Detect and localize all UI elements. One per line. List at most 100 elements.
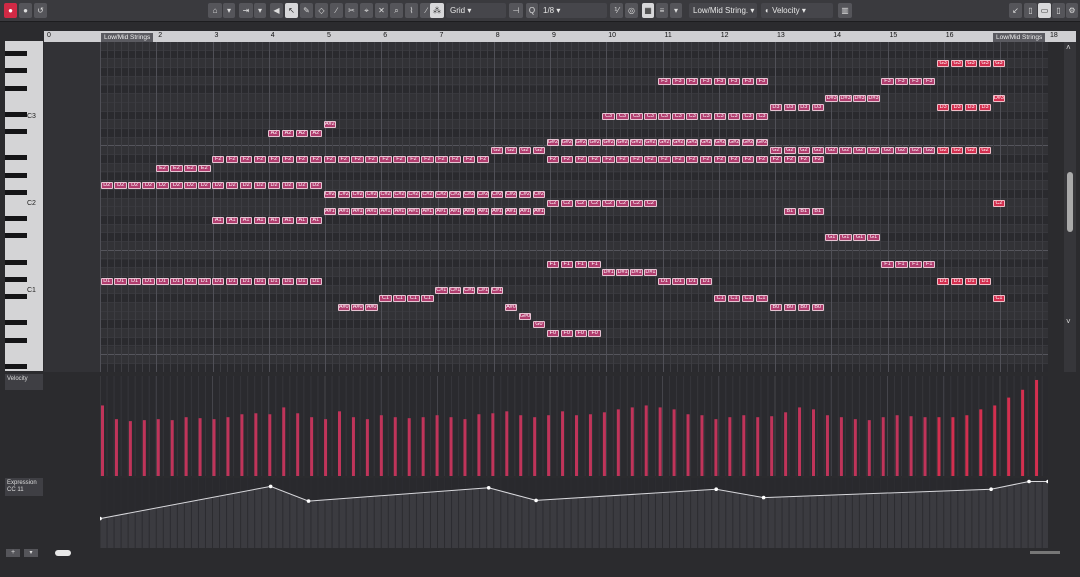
midi-note[interactable]: C2 (602, 199, 615, 207)
midi-note[interactable]: D#1 (602, 269, 615, 277)
velocity-bar[interactable] (324, 419, 328, 476)
midi-note[interactable]: C2 (630, 199, 643, 207)
midi-note[interactable]: C#2 (449, 190, 462, 198)
velocity-bar[interactable] (784, 412, 788, 476)
velocity-bar[interactable] (254, 413, 258, 476)
midi-note[interactable]: B0 (811, 304, 824, 311)
expression-point[interactable] (534, 498, 538, 503)
loop-icon[interactable]: ↺ (34, 3, 47, 18)
midi-note[interactable]: D2 (142, 182, 155, 190)
midi-note[interactable]: C#2 (365, 190, 378, 198)
midi-note[interactable]: F2 (225, 156, 239, 164)
midi-note[interactable]: F0 (574, 330, 587, 338)
velocity-bar[interactable] (993, 405, 997, 476)
midi-note[interactable]: C#1 (476, 286, 490, 294)
midi-note[interactable]: F2 (253, 156, 267, 164)
velocity-bar[interactable] (142, 420, 146, 476)
midi-note[interactable]: F3 (672, 77, 685, 85)
velocity-bar[interactable] (895, 415, 899, 476)
midi-note[interactable]: F0 (588, 330, 601, 338)
midi-note[interactable]: A#1 (449, 208, 462, 216)
midi-note[interactable]: A1 (212, 217, 225, 224)
midi-note[interactable]: A#1 (337, 208, 350, 216)
midi-note[interactable]: C#2 (407, 190, 420, 198)
velocity-bar[interactable] (812, 409, 815, 476)
midi-note[interactable]: C2 (560, 199, 573, 207)
velocity-bar[interactable] (421, 417, 425, 476)
monitor-icon[interactable]: ● (19, 3, 32, 18)
midi-note[interactable]: G#2 (644, 138, 657, 146)
midi-note[interactable]: D3 (783, 103, 797, 111)
velocity-bar[interactable] (198, 418, 202, 476)
midi-note[interactable]: C#2 (379, 190, 392, 198)
midi-note[interactable]: G1 (867, 234, 880, 242)
midi-note[interactable]: D2 (170, 182, 183, 190)
midi-note[interactable]: A#1 (504, 208, 518, 216)
expression-point[interactable] (1027, 479, 1031, 484)
velocity-bar[interactable] (533, 417, 537, 476)
midi-note[interactable]: D1 (686, 277, 699, 285)
midi-note[interactable]: C1 (727, 295, 741, 303)
velocity-bar[interactable] (909, 416, 913, 476)
midi-note[interactable]: G2 (797, 147, 810, 155)
midi-note[interactable]: F2 (811, 156, 824, 164)
midi-note[interactable]: D2 (239, 182, 253, 190)
midi-note[interactable]: A#2 (323, 121, 336, 129)
midi-note[interactable]: F3 (713, 77, 727, 85)
midi-note[interactable]: C2 (588, 199, 601, 207)
trim-tool-icon[interactable]: ∕ (330, 3, 343, 18)
midi-note[interactable]: B0 (797, 304, 810, 311)
velocity-bar[interactable] (505, 411, 509, 476)
midi-note[interactable]: D2 (309, 182, 323, 190)
expression-lane-label[interactable]: Expression CC 11 (5, 478, 43, 496)
midi-note[interactable]: F2 (239, 156, 253, 164)
velocity-bar[interactable] (184, 417, 188, 476)
midi-note[interactable]: F2 (323, 156, 336, 164)
velocity-bar[interactable] (1007, 397, 1011, 476)
midi-note[interactable]: D1 (978, 277, 992, 285)
velocity-bar[interactable] (212, 419, 216, 476)
midi-note[interactable]: F2 (588, 156, 601, 164)
midi-note[interactable]: G2 (895, 147, 908, 155)
midi-note[interactable]: G3 (978, 60, 992, 68)
midi-note[interactable]: D2 (184, 182, 197, 190)
velocity-bar[interactable] (296, 413, 300, 476)
midi-note[interactable]: F2 (337, 156, 350, 164)
velocity-bar[interactable] (435, 415, 439, 476)
midi-note[interactable]: D2 (253, 182, 267, 190)
midi-note[interactable]: F2 (351, 156, 364, 164)
midi-note[interactable]: D1 (295, 277, 309, 285)
midi-note[interactable]: B1 (797, 208, 810, 216)
midi-note[interactable]: D1 (309, 277, 323, 285)
midi-note[interactable]: C#1 (490, 286, 504, 294)
midi-note[interactable]: C2 (546, 199, 560, 207)
midi-note[interactable]: D1 (100, 277, 113, 285)
midi-note[interactable]: F1 (560, 260, 573, 268)
midi-note[interactable]: G#2 (560, 138, 573, 146)
midi-note[interactable]: A#1 (365, 208, 378, 216)
midi-note[interactable]: G2 (950, 147, 964, 155)
midi-note[interactable]: D1 (672, 277, 685, 285)
velocity-bar[interactable] (575, 415, 578, 476)
velocity-bar[interactable] (700, 415, 704, 476)
pencil-tool-icon[interactable]: ✎ (300, 3, 313, 18)
midi-note[interactable]: C2 (616, 199, 629, 207)
midi-note[interactable]: C3 (741, 112, 755, 120)
expression-lane[interactable] (100, 478, 1048, 548)
collapse-icon[interactable]: ↙ (1009, 3, 1022, 18)
midi-note[interactable]: G2 (769, 147, 783, 155)
midi-note[interactable]: C#2 (337, 190, 350, 198)
note-grid[interactable]: D1 D1 D1 D1 D1 D1 D1 D1 D1 D1 D1 D1 D1 D1 D1 D1 D2 D2 D2 D2… (100, 42, 1048, 372)
midi-note[interactable]: F2 (755, 156, 769, 164)
midi-note[interactable]: F1 (923, 260, 936, 268)
lower-zone-icon[interactable]: ▭ (1038, 3, 1051, 18)
piano-keyboard[interactable]: C3 C2 C1 (5, 41, 43, 371)
solo-editor-icon[interactable]: ⌂ (208, 3, 222, 18)
midi-note[interactable]: G#2 (574, 138, 587, 146)
snap-to-zero-icon[interactable]: ⊣ (509, 3, 523, 18)
midi-note[interactable]: C#1 (435, 286, 448, 294)
velocity-bar[interactable] (825, 415, 829, 476)
midi-note[interactable]: F1 (881, 260, 894, 268)
velocity-bar[interactable] (965, 415, 969, 476)
black-key[interactable] (5, 68, 27, 74)
